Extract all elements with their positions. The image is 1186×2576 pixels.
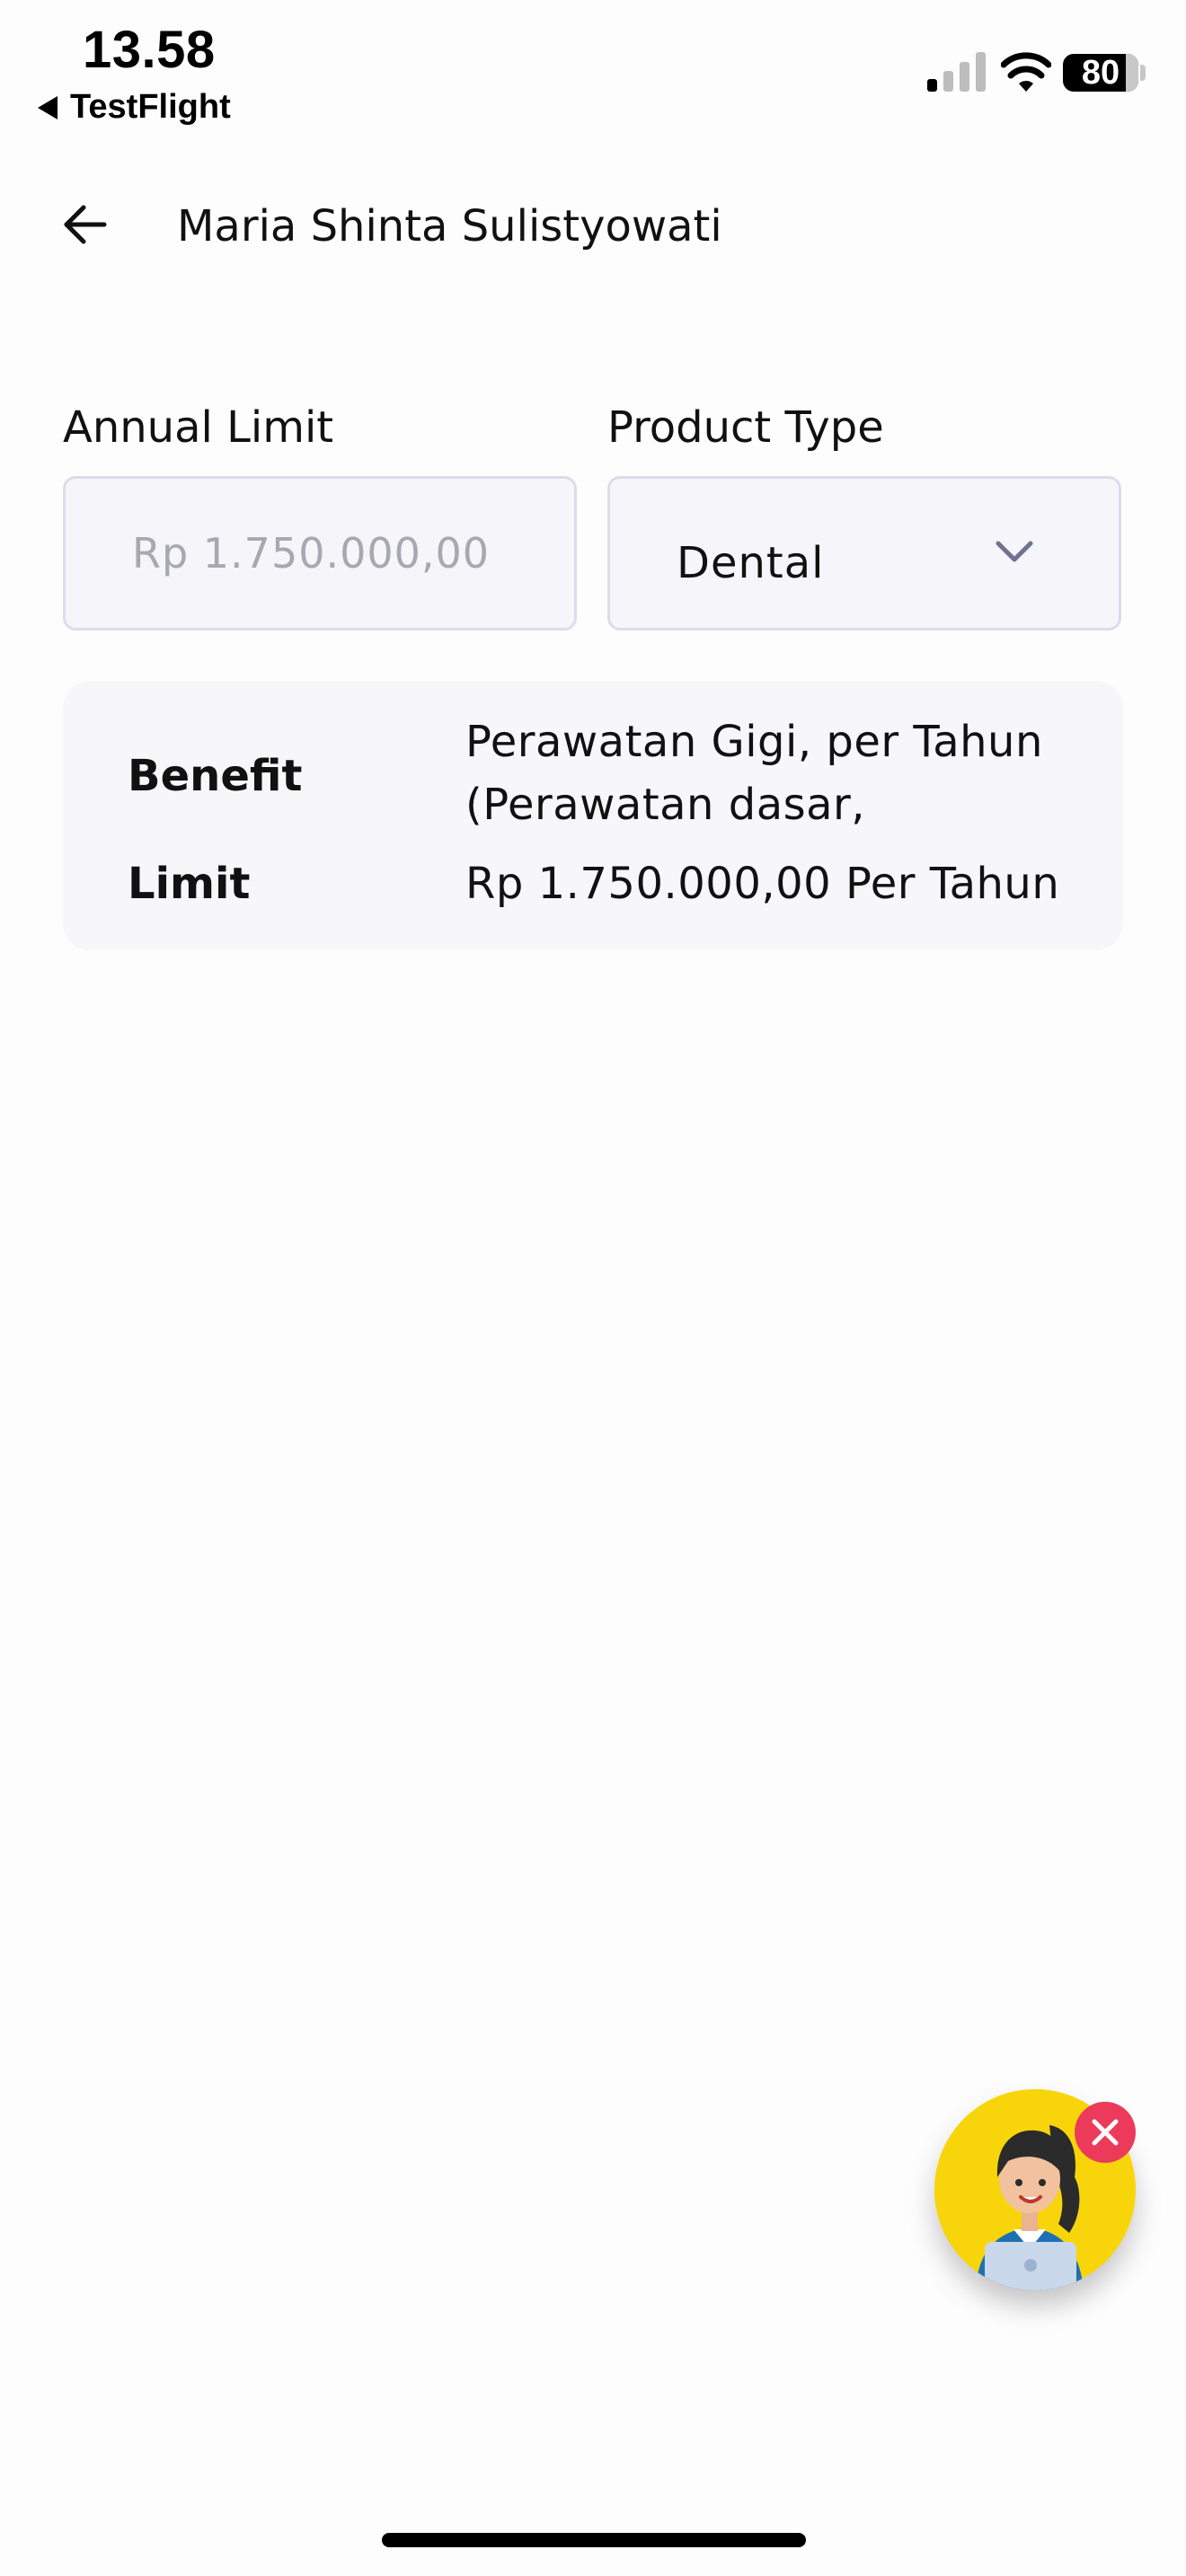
benefit-value-line-1: Perawatan Gigi, per Tahun xyxy=(465,717,1043,767)
battery-level: 80 xyxy=(1081,54,1120,92)
product-type-value: Dental xyxy=(677,538,825,588)
arrow-left-icon[interactable] xyxy=(59,199,110,250)
product-type-label: Product Type xyxy=(607,402,884,453)
chevron-down-icon xyxy=(996,541,1033,562)
annual-limit-value: Rp 1.750.000,00 xyxy=(132,529,491,578)
benefit-label: Benefit xyxy=(128,751,303,801)
signal-icon xyxy=(927,52,986,92)
assistant-close-button[interactable] xyxy=(1075,2102,1136,2163)
battery-icon: 80 xyxy=(1063,54,1138,92)
back-triangle-icon xyxy=(38,95,58,119)
benefit-card: Benefit Perawatan Gigi, per Tahun (Peraw… xyxy=(63,681,1123,950)
limit-label: Limit xyxy=(128,859,251,909)
page-title: Maria Shinta Sulistyowati xyxy=(177,201,722,251)
annual-limit-label: Annual Limit xyxy=(63,402,334,453)
home-indicator xyxy=(382,2533,806,2547)
battery-tip xyxy=(1140,65,1146,81)
product-type-dropdown[interactable]: Dental xyxy=(607,476,1121,631)
limit-value: Rp 1.750.000,00 Per Tahun xyxy=(465,859,1060,909)
annual-limit-field: Rp 1.750.000,00 xyxy=(63,476,577,631)
back-app-label: TestFlight xyxy=(70,88,231,126)
benefit-value-line-2: (Perawatan dasar, xyxy=(465,780,866,830)
back-to-testflight[interactable]: TestFlight xyxy=(38,88,231,127)
status-time: 13.58 xyxy=(83,21,216,79)
close-icon xyxy=(1092,2119,1119,2146)
wifi-icon xyxy=(1001,52,1051,92)
